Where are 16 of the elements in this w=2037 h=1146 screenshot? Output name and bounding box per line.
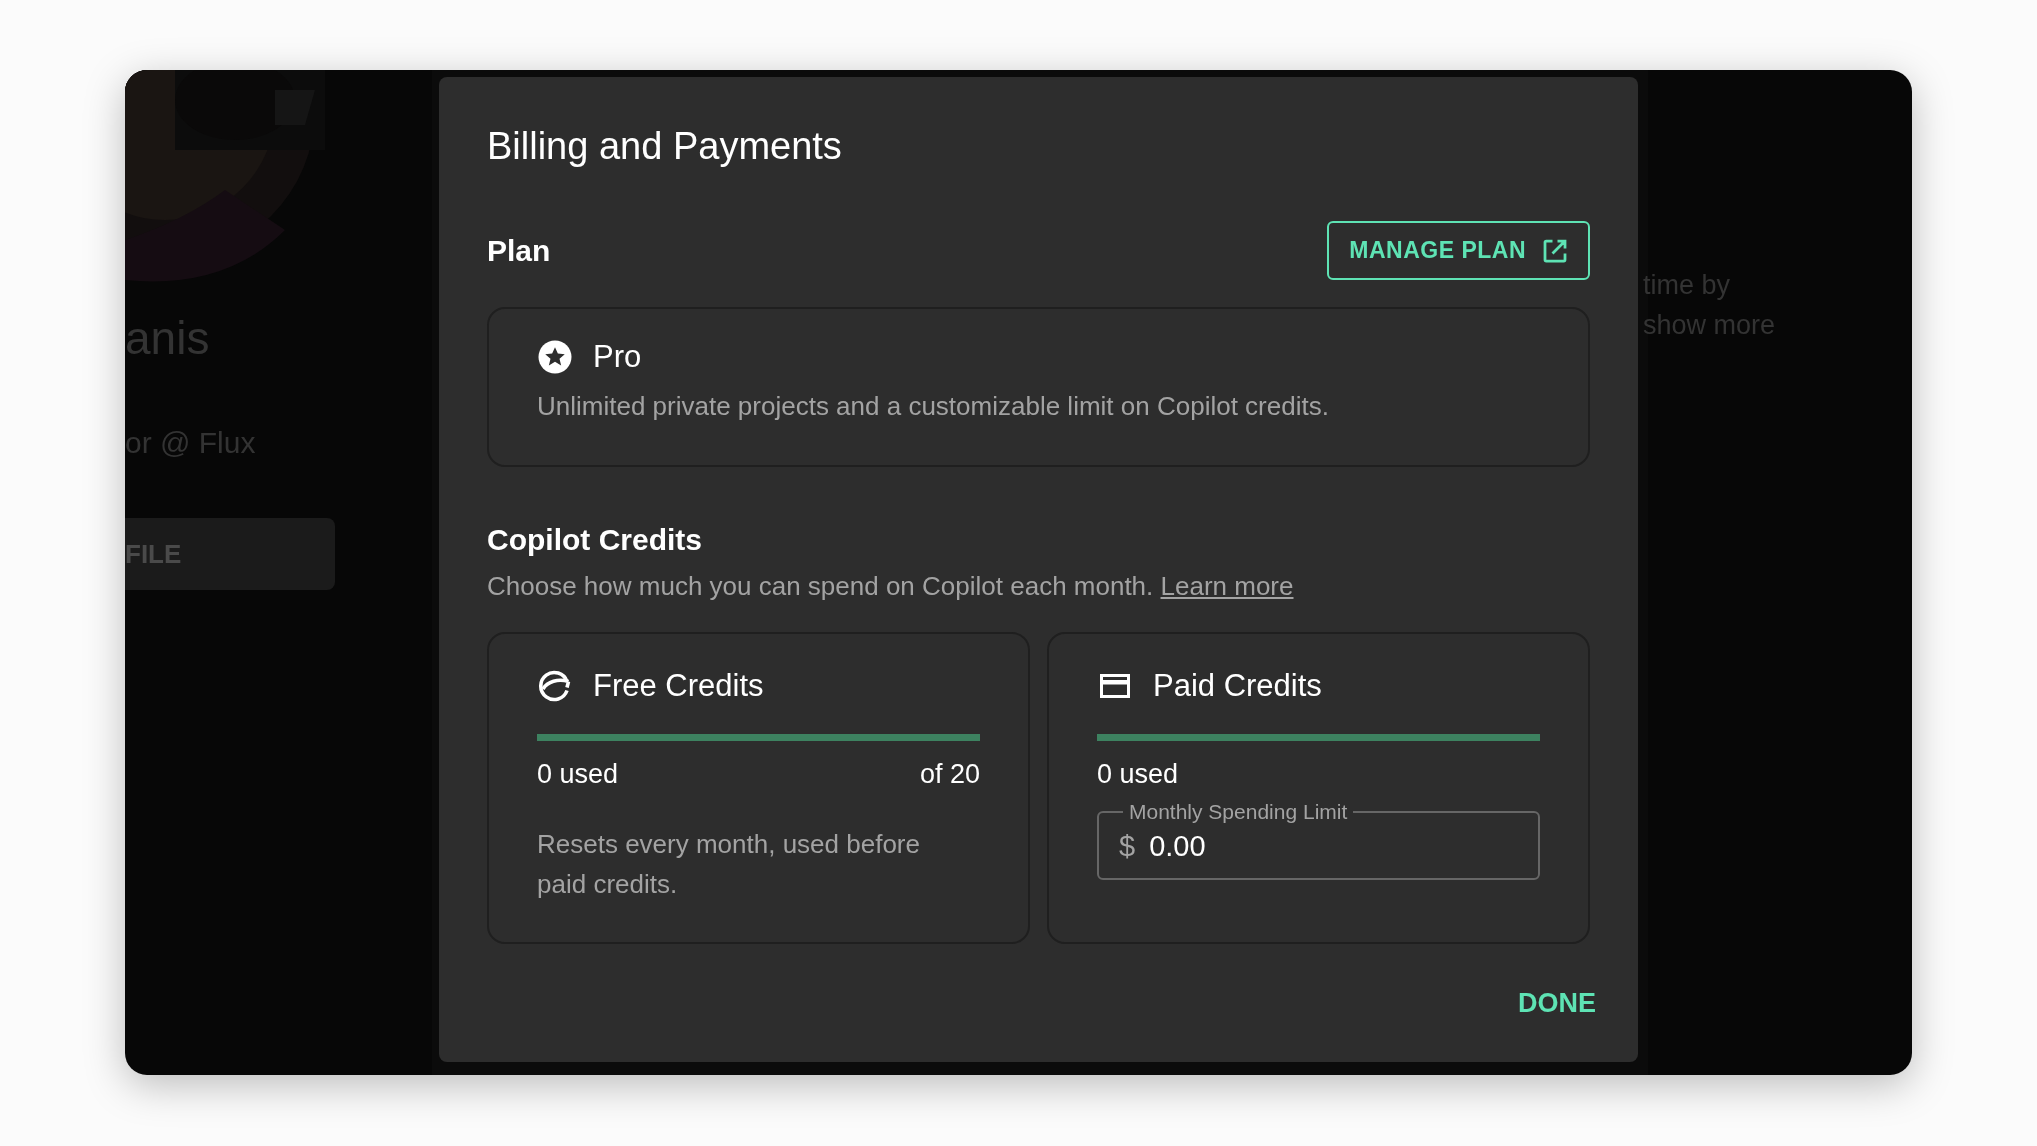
- credits-title: Paid Credits: [1153, 668, 1322, 704]
- credits-note: Resets every month, used before paid credits.: [537, 828, 921, 901]
- credits-title: Free Credits: [593, 668, 764, 704]
- swirl-circle-icon: [537, 668, 573, 704]
- done-button[interactable]: DONE: [1512, 984, 1602, 1023]
- credits-description: Choose how much you can spend on Copilot each month. Learn more: [487, 571, 1295, 602]
- used-amount: 0 used: [537, 759, 619, 790]
- learn-more-link[interactable]: Learn more: [1160, 571, 1294, 601]
- dialog-title: Billing and Payments: [487, 124, 843, 169]
- credit-total: of 20: [919, 759, 980, 790]
- used-amount: 0 used: [1097, 759, 1179, 790]
- manage-plan-button[interactable]: MANAGE PLAN: [1327, 221, 1590, 280]
- plan-name: Pro: [593, 339, 642, 375]
- plan-heading: Plan: [487, 233, 551, 268]
- plan-description: Unlimited private projects and a customizable limit on Copilot credits.: [537, 391, 1330, 422]
- credits-heading: Copilot Credits: [487, 523, 703, 557]
